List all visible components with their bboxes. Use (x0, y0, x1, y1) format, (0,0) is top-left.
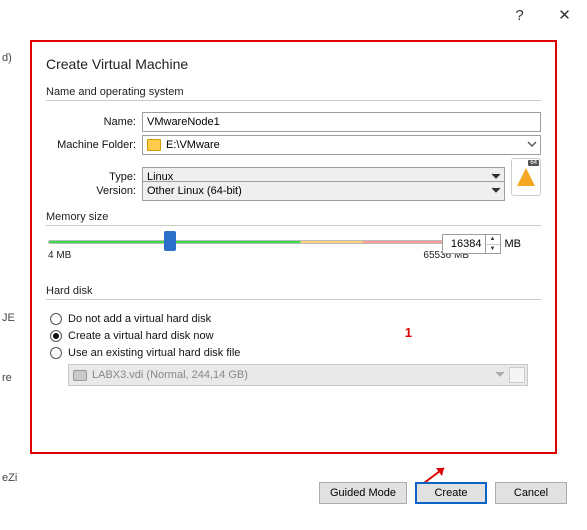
memory-slider-track[interactable] (48, 240, 469, 244)
close-button[interactable]: ✕ (542, 1, 587, 29)
memory-unit: MB (505, 238, 522, 250)
radio-label: Create a virtual hard disk now (68, 330, 214, 342)
gutter-text: re (0, 370, 22, 430)
version-label: Version: (46, 185, 142, 197)
radio-no-disk[interactable]: Do not add a virtual hard disk (50, 313, 541, 325)
dialog-window: ? ✕ d) JE re eZi Create Virtual Machine … (0, 0, 587, 516)
gutter-text: JE (0, 310, 22, 370)
radio-icon (50, 313, 62, 325)
group-harddisk: Hard disk Do not add a virtual hard disk… (46, 285, 541, 386)
linux-icon (517, 168, 535, 186)
machine-folder-value: E:\VMware (166, 139, 220, 151)
version-combo[interactable]: Other Linux (64-bit) (142, 181, 505, 201)
cancel-button[interactable]: Cancel (495, 482, 567, 504)
radio-icon (50, 347, 62, 359)
group-legend: Hard disk (46, 285, 541, 299)
chevron-down-icon (495, 369, 505, 379)
browse-disk-button (509, 367, 525, 383)
name-input[interactable] (142, 112, 541, 132)
gutter-spacer (0, 110, 22, 310)
help-button[interactable]: ? (497, 1, 542, 29)
group-legend: Memory size (46, 211, 541, 225)
annotation-highlight-box: Create Virtual Machine Name and operatin… (30, 40, 557, 454)
harddisk-icon (73, 370, 87, 381)
version-value: Other Linux (64-bit) (147, 185, 242, 197)
radio-existing-disk[interactable]: Use an existing virtual hard disk file (50, 347, 541, 359)
os-icon: 64 (511, 158, 541, 196)
group-memory: Memory size 4 MB 65536 MB ▲▼ MB (46, 211, 541, 275)
group-name-os: Name and operating system Name: Machine … (46, 86, 541, 201)
titlebar: ? ✕ (497, 0, 587, 30)
gutter-spacer (0, 430, 22, 470)
gutter-text: eZi (0, 470, 22, 530)
gutter-text: d) (0, 50, 22, 110)
memory-spinbox[interactable] (442, 234, 486, 254)
create-button[interactable]: Create (415, 482, 487, 504)
background-gutter: d) JE re eZi (0, 50, 22, 530)
machine-folder-label: Machine Folder: (46, 139, 142, 151)
os-bits-badge: 64 (528, 160, 539, 166)
chevron-down-icon (491, 185, 501, 195)
type-label: Type: (46, 171, 142, 183)
memory-min-label: 4 MB (48, 250, 71, 261)
machine-folder-combo[interactable]: E:\VMware (142, 135, 541, 155)
memory-slider-thumb[interactable] (164, 231, 176, 251)
name-label: Name: (46, 116, 142, 128)
radio-label: Use an existing virtual hard disk file (68, 347, 240, 359)
dialog-button-row: Guided Mode Create Cancel (319, 482, 567, 504)
radio-icon-selected (50, 330, 62, 342)
chevron-down-icon (491, 171, 501, 181)
chevron-down-icon (527, 139, 537, 149)
existing-disk-combo: LABX3.vdi (Normal, 244,14 GB) (68, 364, 528, 386)
guided-mode-button[interactable]: Guided Mode (319, 482, 407, 504)
dialog-title: Create Virtual Machine (32, 42, 555, 80)
memory-spin-buttons[interactable]: ▲▼ (486, 234, 501, 254)
existing-disk-value: LABX3.vdi (Normal, 244,14 GB) (92, 369, 248, 381)
folder-icon (147, 139, 161, 151)
radio-label: Do not add a virtual hard disk (68, 313, 211, 325)
annotation-1: 1 (405, 325, 412, 340)
group-legend: Name and operating system (46, 86, 541, 100)
radio-create-disk[interactable]: Create a virtual hard disk now (50, 330, 541, 342)
spin-up-icon[interactable]: ▲ (486, 235, 500, 245)
spin-down-icon[interactable]: ▼ (486, 245, 500, 254)
